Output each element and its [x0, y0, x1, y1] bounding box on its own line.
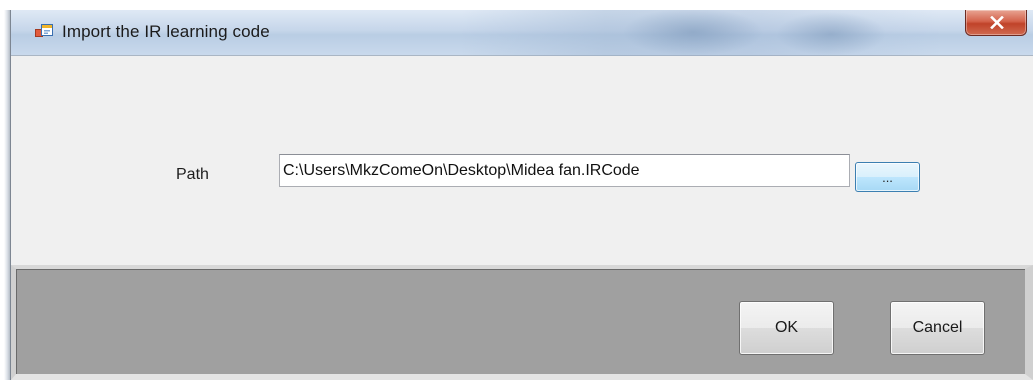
path-label: Path	[176, 166, 209, 183]
close-icon	[990, 16, 1004, 29]
title-bar-glass	[461, 10, 941, 56]
path-input[interactable]	[279, 154, 850, 187]
browse-button[interactable]: ...	[855, 162, 920, 192]
import-dialog: Import the IR learning code Path ... OK …	[10, 10, 1033, 380]
ok-button[interactable]: OK	[739, 301, 834, 355]
dialog-footer: OK Cancel	[11, 265, 1033, 380]
window-title: Import the IR learning code	[62, 22, 270, 41]
screenshot-frame: Import the IR learning code Path ... OK …	[0, 0, 1033, 380]
close-button[interactable]	[965, 10, 1027, 36]
title-bar[interactable]: Import the IR learning code	[11, 10, 1033, 56]
dialog-content: Path ...	[11, 56, 1033, 265]
form-window-icon	[35, 24, 53, 40]
footer-panel: OK Cancel	[16, 269, 1025, 374]
cancel-button[interactable]: Cancel	[890, 301, 985, 355]
background-window-edge	[0, 10, 10, 380]
